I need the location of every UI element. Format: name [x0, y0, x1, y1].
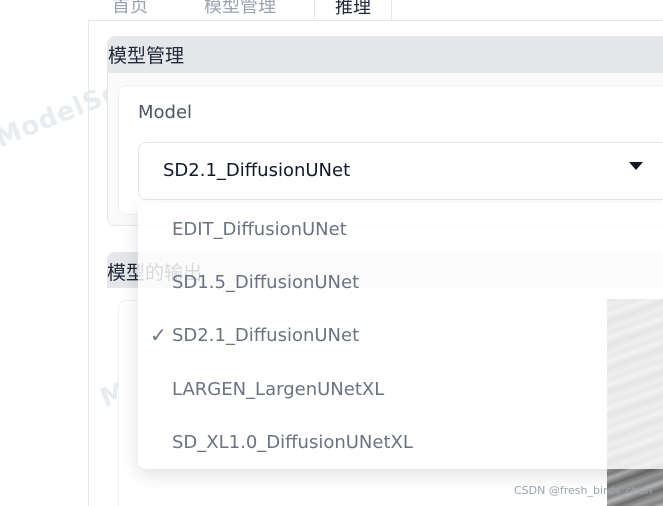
- chevron-down-icon[interactable]: [629, 162, 643, 170]
- check-icon: ✓: [150, 323, 167, 347]
- section-title: 模型管理: [108, 45, 185, 67]
- option-label: SD1.5_DiffusionUNet: [172, 272, 360, 293]
- tab-model-management[interactable]: 模型管理: [204, 0, 276, 18]
- dropdown-option-selected[interactable]: ✓ SD2.1_DiffusionUNet: [138, 309, 663, 362]
- block-header: 模型管理: [108, 37, 663, 73]
- option-label: LARGEN_LargenUNetXL: [172, 379, 385, 400]
- footer-credit: CSDN @fresh_birds_chen: [514, 484, 653, 497]
- model-select[interactable]: SD2.1_DiffusionUNet: [138, 142, 663, 200]
- dropdown-option[interactable]: EDIT_DiffusionUNet: [138, 203, 663, 256]
- option-label: SD_XL1.0_DiffusionUNetXL: [172, 432, 413, 453]
- option-label: EDIT_DiffusionUNet: [172, 219, 347, 240]
- model-select-value: SD2.1_DiffusionUNet: [163, 160, 351, 181]
- dropdown-option[interactable]: SD1.5_DiffusionUNet: [138, 256, 663, 309]
- dropdown-option[interactable]: SD_XL1.0_DiffusionUNetXL: [138, 416, 663, 469]
- model-dropdown-list: EDIT_DiffusionUNet SD1.5_DiffusionUNet ✓…: [138, 203, 663, 469]
- tab-bar: 首页 模型管理 推理: [0, 0, 663, 22]
- model-label: Model: [138, 102, 193, 123]
- tab-home[interactable]: 首页: [112, 0, 148, 18]
- dropdown-option[interactable]: LARGEN_LargenUNetXL: [138, 363, 663, 416]
- option-label: SD2.1_DiffusionUNet: [172, 325, 360, 346]
- tab-inference[interactable]: 推理: [314, 0, 392, 22]
